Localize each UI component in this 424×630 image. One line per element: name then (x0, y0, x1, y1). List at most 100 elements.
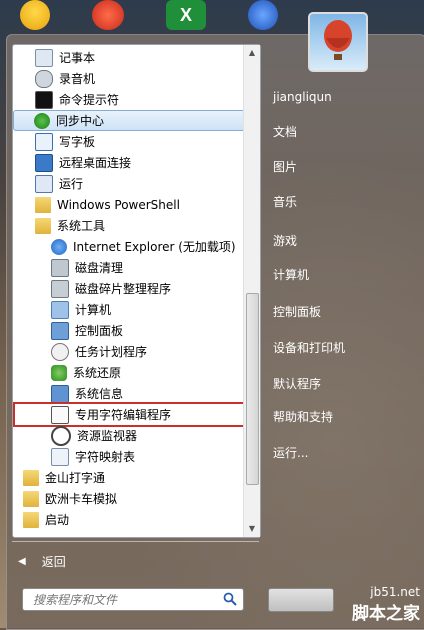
right-pane-item[interactable]: 帮助和支持 (273, 405, 413, 427)
program-item[interactable]: 系统还原 (15, 362, 243, 383)
run-icon (35, 174, 53, 193)
watermark-name: 脚本之家 (352, 604, 420, 624)
program-item[interactable]: 磁盘碎片整理程序 (15, 278, 243, 299)
program-item[interactable]: 启动 (13, 509, 243, 530)
computer-icon (51, 300, 69, 319)
program-label: 金山打字通 (45, 471, 106, 485)
clock-icon (51, 342, 69, 361)
program-item[interactable]: Internet Explorer (无加载项) (15, 236, 243, 257)
program-label: 专用字符编辑程序 (75, 408, 172, 422)
program-label: 磁盘清理 (75, 261, 124, 275)
search-box[interactable] (22, 588, 244, 611)
program-label: 系统工具 (57, 219, 106, 233)
scroll-down-arrow-icon[interactable]: ▼ (245, 522, 259, 536)
program-label: 启动 (45, 513, 70, 527)
excel-desktop-icon[interactable]: X (166, 0, 206, 30)
program-label: 远程桌面连接 (59, 156, 132, 170)
back-label: 返回 (41, 554, 66, 569)
shutdown-button[interactable] (268, 588, 334, 612)
program-label: 字符映射表 (75, 450, 136, 464)
notepad-icon (35, 48, 53, 67)
program-item[interactable]: 专用字符编辑程序 (13, 402, 243, 427)
programs-list: 记事本录音机命令提示符同步中心写字板远程桌面连接 运行 Windows PowerS… (13, 45, 243, 537)
program-item[interactable]: 欧洲卡车模拟 (13, 488, 243, 509)
program-label: 命令提示符 (59, 93, 120, 107)
program-item[interactable]: 任务计划程序 (15, 341, 243, 362)
program-label: 资源监视器 (77, 429, 138, 443)
program-item[interactable]: Windows PowerShell (15, 194, 243, 215)
scroll-up-arrow-icon[interactable]: ▲ (245, 46, 259, 60)
program-label: 录音机 (59, 72, 96, 86)
search-input[interactable] (31, 591, 225, 608)
disk-cleanup-icon (51, 258, 69, 277)
program-label: 系统还原 (73, 366, 122, 380)
folder-icon (23, 469, 39, 486)
programs-pane: 记事本录音机命令提示符同步中心写字板远程桌面连接 运行 Windows PowerS… (12, 44, 261, 538)
program-item[interactable]: 控制面板 (15, 320, 243, 341)
excel-letter: X (179, 4, 192, 25)
right-pane-item[interactable]: 游戏 (273, 229, 413, 251)
user-name-link[interactable]: jiangliqun (273, 86, 413, 108)
program-item[interactable]: 系统工具 (15, 215, 243, 236)
microphone-icon (35, 69, 53, 88)
right-pane-item[interactable]: 计算机 (273, 263, 413, 285)
ie-desktop-icon[interactable] (92, 0, 124, 30)
program-label: 记事本 (59, 51, 96, 65)
program-item[interactable]: 系统信息 (15, 383, 243, 404)
system-restore-icon (51, 364, 67, 381)
system-info-icon (51, 384, 69, 403)
defrag-icon (51, 279, 69, 298)
ie-icon (51, 238, 67, 255)
program-label: 控制面板 (75, 324, 124, 338)
wordpad-icon (35, 132, 53, 151)
qq-desktop-icon[interactable] (20, 0, 50, 30)
program-item[interactable]: 命令提示符 (15, 89, 243, 110)
program-item[interactable]: 录音机 (15, 68, 243, 89)
user-avatar[interactable] (308, 12, 368, 72)
folder-icon (23, 511, 39, 528)
remote-desktop-icon (35, 153, 53, 172)
resource-monitor-icon (51, 425, 71, 446)
program-item[interactable]: 记事本 (15, 47, 243, 68)
folder-icon (35, 217, 51, 234)
program-label: 写字板 (59, 135, 96, 149)
program-label: 运行 (59, 177, 84, 191)
program-label: Internet Explorer (无加载项) (73, 240, 236, 254)
char-map-icon (51, 447, 69, 466)
program-item[interactable]: 计算机 (15, 299, 243, 320)
program-item[interactable]: 资源监视器 (15, 425, 243, 446)
program-label: Windows PowerShell (57, 197, 180, 212)
right-pane-item[interactable]: 运行... (273, 441, 413, 463)
right-pane-item[interactable]: 图片 (273, 155, 413, 177)
sync-icon (34, 112, 50, 129)
hot-air-balloon-icon (324, 20, 352, 60)
app-desktop-icon[interactable] (248, 0, 278, 30)
menu-divider (12, 541, 259, 542)
right-pane-item[interactable]: 控制面板 (273, 300, 413, 322)
right-pane-item[interactable]: 文档 (273, 120, 413, 142)
cmd-icon (35, 90, 53, 109)
program-label: 系统信息 (75, 387, 124, 401)
program-label: 任务计划程序 (75, 345, 148, 359)
program-item[interactable]: 运行 (15, 173, 243, 194)
watermark-site: jb51.net (370, 585, 420, 599)
control-panel-icon (51, 321, 69, 340)
search-icon[interactable] (222, 591, 238, 607)
right-pane-item[interactable]: 默认程序 (273, 372, 413, 394)
folder-icon (35, 196, 51, 213)
private-char-editor-icon (51, 405, 69, 424)
program-item[interactable]: 同步中心 (13, 110, 243, 131)
right-pane-item[interactable]: 设备和打印机 (273, 336, 413, 358)
program-item[interactable]: 写字板 (15, 131, 243, 152)
program-item[interactable]: 远程桌面连接 (15, 152, 243, 173)
back-button[interactable]: ◀ 返回 (12, 550, 259, 572)
program-item[interactable]: 字符映射表 (15, 446, 243, 467)
right-pane-item[interactable]: 音乐 (273, 190, 413, 212)
program-label: 同步中心 (56, 114, 105, 128)
scroll-thumb[interactable] (246, 293, 259, 485)
program-item[interactable]: 磁盘清理 (15, 257, 243, 278)
program-label: 计算机 (75, 303, 112, 317)
programs-scrollbar[interactable]: ▲ ▼ (243, 45, 260, 537)
program-item[interactable]: 金山打字通 (13, 467, 243, 488)
program-label: 欧洲卡车模拟 (45, 492, 118, 506)
